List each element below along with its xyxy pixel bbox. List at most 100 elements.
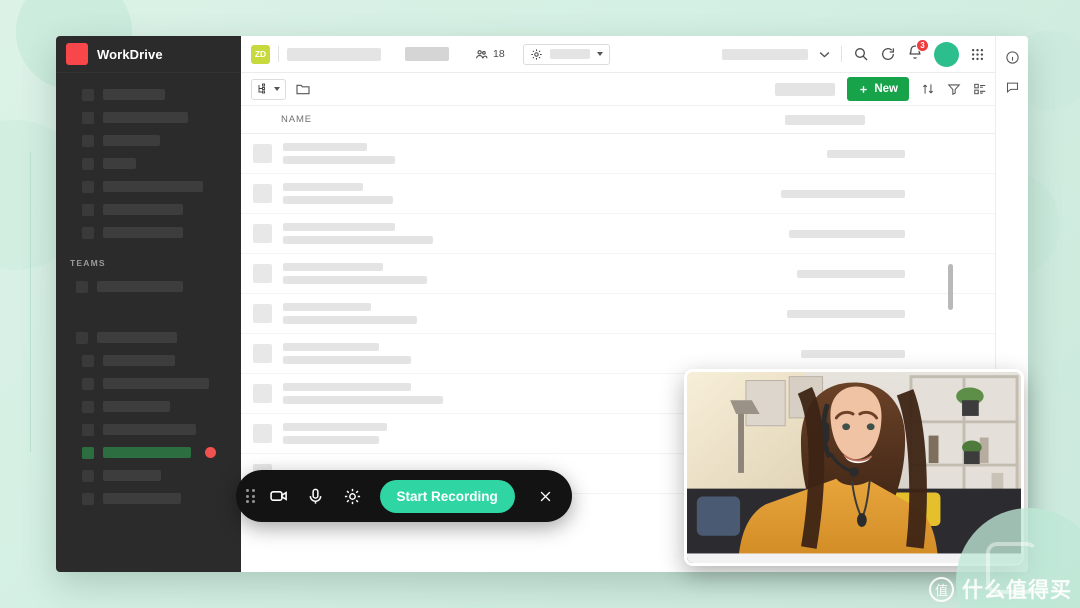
webcam-video xyxy=(687,372,1021,563)
folder-icon xyxy=(82,446,94,459)
microphone-toggle-button[interactable] xyxy=(303,483,329,509)
sidebar-item-1[interactable] xyxy=(56,83,241,106)
tree-label-placeholder xyxy=(103,470,161,481)
info-icon[interactable] xyxy=(1005,50,1020,65)
sidebar-tree-item-selected[interactable] xyxy=(56,441,241,464)
divider xyxy=(841,46,842,62)
table-row[interactable] xyxy=(241,294,995,334)
decorative-line xyxy=(30,152,31,452)
nav-icon xyxy=(82,134,94,147)
app-brand: WorkDrive xyxy=(56,36,241,73)
settings-value-placeholder xyxy=(549,49,590,59)
breadcrumb-placeholder[interactable] xyxy=(287,47,381,61)
file-icon xyxy=(253,424,272,443)
notifications-button[interactable]: 3 xyxy=(907,38,929,65)
chevron-down-icon xyxy=(274,87,280,91)
table-row[interactable] xyxy=(241,214,995,254)
sidebar-nav: TEAMS xyxy=(56,73,241,510)
nav-label-placeholder xyxy=(103,181,203,192)
top-bar-actions: 3 xyxy=(722,38,987,67)
chevron-down-icon[interactable] xyxy=(819,51,830,58)
recording-indicator-dot xyxy=(205,447,216,458)
new-button-label: New xyxy=(874,83,898,95)
close-recorder-button[interactable] xyxy=(532,483,558,509)
file-name-placeholder xyxy=(283,263,427,284)
sidebar-tree-item-3[interactable] xyxy=(56,372,241,395)
folder-icon xyxy=(82,354,94,367)
members-count[interactable]: 18 xyxy=(475,48,505,61)
tree-label-placeholder xyxy=(103,447,191,458)
watermark: 值 什么值得买 xyxy=(929,574,1072,604)
sidebar-team-item[interactable] xyxy=(56,275,241,298)
sidebar-item-4[interactable] xyxy=(56,152,241,175)
new-button[interactable]: New xyxy=(847,77,909,101)
sidebar-tree-item-5[interactable] xyxy=(56,418,241,441)
folder-icon xyxy=(76,331,88,344)
layout-toggle-icon[interactable] xyxy=(973,82,987,96)
file-icon xyxy=(253,224,272,243)
workspace-settings-select[interactable] xyxy=(522,43,610,65)
sidebar: WorkDrive TEAMS xyxy=(56,36,241,572)
tree-label-placeholder xyxy=(103,493,181,504)
filter-icon[interactable] xyxy=(947,82,961,96)
tree-label-placeholder xyxy=(103,378,209,389)
nav-label-placeholder xyxy=(103,112,188,123)
sidebar-item-7[interactable] xyxy=(56,221,241,244)
tree-view-icon xyxy=(258,83,265,94)
sidebar-item-6[interactable] xyxy=(56,198,241,221)
notification-badge: 3 xyxy=(916,38,929,52)
top-bar: ZD 18 3 xyxy=(241,36,995,73)
sidebar-tree-item-6[interactable] xyxy=(56,464,241,487)
nav-label-placeholder xyxy=(103,204,183,215)
sync-icon[interactable] xyxy=(880,46,896,62)
sidebar-tree-item-7[interactable] xyxy=(56,487,241,510)
folder-icon xyxy=(82,400,94,413)
camera-toggle-button[interactable] xyxy=(266,483,292,509)
sidebar-item-5[interactable] xyxy=(56,175,241,198)
search-placeholder[interactable] xyxy=(775,82,836,96)
avatar[interactable] xyxy=(934,41,959,67)
nav-label-placeholder xyxy=(103,158,136,169)
start-recording-button[interactable]: Start Recording xyxy=(379,479,515,513)
sort-icon[interactable] xyxy=(921,82,935,96)
sidebar-item-3[interactable] xyxy=(56,129,241,152)
tree-label-placeholder xyxy=(103,424,196,435)
drag-handle-icon[interactable] xyxy=(246,489,255,503)
folder-icon xyxy=(82,469,94,482)
watermark-logo-icon: 值 xyxy=(929,576,954,602)
tree-label-placeholder xyxy=(103,401,170,412)
sidebar-tree-item-1[interactable] xyxy=(56,326,241,349)
file-name-placeholder xyxy=(283,143,395,164)
table-row[interactable] xyxy=(241,254,995,294)
gear-icon xyxy=(344,488,361,504)
org-badge[interactable]: ZD xyxy=(251,44,270,64)
file-meta-placeholder xyxy=(801,349,905,358)
sidebar-tree-item-2[interactable] xyxy=(56,349,241,372)
nav-label-placeholder xyxy=(103,89,165,100)
sidebar-section-teams: TEAMS xyxy=(70,258,106,268)
sidebar-item-2[interactable] xyxy=(56,106,241,129)
folder-icon xyxy=(82,377,94,390)
close-icon xyxy=(540,491,550,501)
folder-icon[interactable] xyxy=(295,81,311,97)
sidebar-tree-item-4[interactable] xyxy=(56,395,241,418)
nav-icon xyxy=(82,111,94,124)
table-row[interactable] xyxy=(241,134,995,174)
search-icon[interactable] xyxy=(853,46,869,62)
table-row[interactable] xyxy=(241,334,995,374)
table-row[interactable] xyxy=(241,174,995,214)
file-icon xyxy=(253,184,272,203)
recorder-settings-button[interactable] xyxy=(340,483,366,509)
recording-toolbar[interactable]: Start Recording xyxy=(236,470,572,522)
workspace-placeholder[interactable] xyxy=(405,47,449,61)
file-icon xyxy=(253,344,272,363)
view-mode-selector[interactable] xyxy=(251,78,286,100)
file-icon xyxy=(253,304,272,323)
vertical-scrollbar[interactable] xyxy=(948,264,953,310)
column-header-placeholder xyxy=(785,114,865,125)
nav-icon xyxy=(82,226,94,239)
apps-grid-icon[interactable] xyxy=(970,47,985,62)
account-name-placeholder[interactable] xyxy=(722,48,808,60)
file-name-placeholder xyxy=(283,383,443,404)
comment-icon[interactable] xyxy=(1005,80,1020,95)
